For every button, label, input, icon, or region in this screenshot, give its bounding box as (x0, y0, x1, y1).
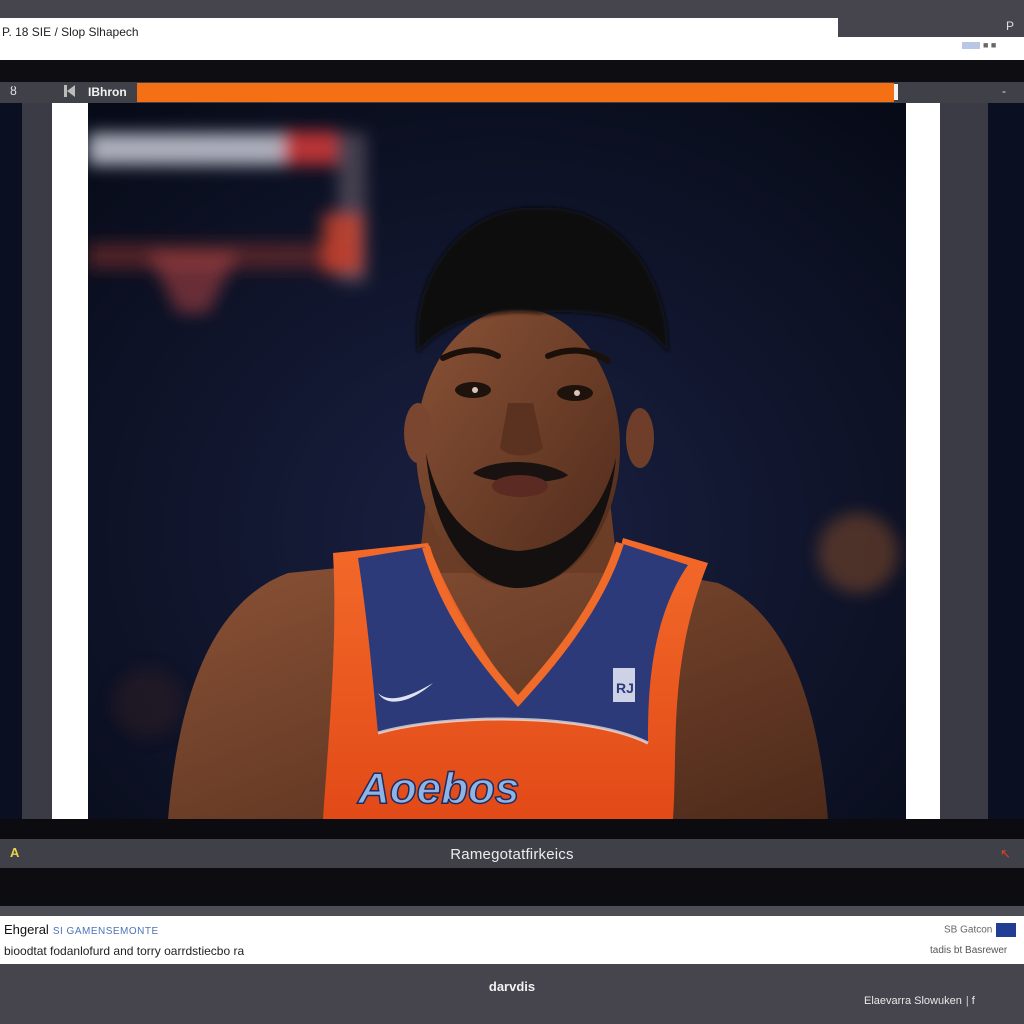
meta-blip (962, 42, 980, 50)
frame-rail-left-white (52, 103, 88, 819)
spacer-top (0, 60, 1024, 82)
toolbar-label: IBhron (88, 85, 127, 99)
frame-rail-right-dark (940, 103, 988, 819)
spacer-bottom (0, 819, 1024, 839)
info-description: bioodtat fodanlofurd and torry oarrdstie… (4, 944, 245, 958)
info-name: Ehgeral (4, 922, 49, 937)
toolbar-settings-icon[interactable]: ȣ (10, 84, 17, 98)
footer-center-label[interactable]: darvdis (0, 979, 1024, 994)
info-credit: tadis bt Basrewer (930, 945, 1008, 956)
footer (0, 964, 1024, 1024)
divider (0, 906, 1024, 916)
header-meta-text: ■ ■ (983, 40, 997, 50)
page-title: P. 18 SIE / Slop Slhapech (2, 25, 139, 39)
player-photo: RJ Aoebos (88, 103, 906, 819)
header-menu-icon[interactable]: P (1006, 19, 1014, 33)
progress-bar[interactable] (137, 83, 894, 102)
minimize-icon[interactable]: - (1002, 84, 1006, 98)
frame-rail-left-dark (22, 103, 52, 819)
jersey-text: Aoebos (357, 764, 519, 813)
spacer-caption (0, 868, 1024, 908)
footer-right-label[interactable]: Elaevarra Slowuken (864, 995, 962, 1007)
info-tag[interactable]: SI GAMENSEMONTE (53, 926, 159, 937)
progress-handle[interactable] (894, 84, 898, 100)
header-meta: ■ ■ (962, 40, 996, 50)
footer-right: Elaevarra Slowuken | f (864, 995, 975, 1007)
top-strip (0, 0, 1024, 18)
frame-rail-right-white (906, 103, 940, 819)
expand-icon[interactable]: ↖ (1000, 846, 1011, 862)
info-heading: Ehgeral SI GAMENSEMONTE (4, 922, 159, 937)
footer-right-tail: f (971, 995, 975, 1007)
info-source-text: SB Gatcon (944, 924, 993, 936)
back-icon[interactable] (64, 85, 75, 97)
header-right-panel (838, 18, 1024, 37)
info-source[interactable]: SB Gatcon (944, 923, 1017, 937)
footer-pipe: | (965, 995, 969, 1007)
source-badge-icon (996, 923, 1017, 937)
jersey-logo: RJ (616, 680, 634, 696)
photo-stage: RJ Aoebos (0, 103, 1024, 819)
caption-title: Ramegotatfirkeics (450, 846, 574, 863)
